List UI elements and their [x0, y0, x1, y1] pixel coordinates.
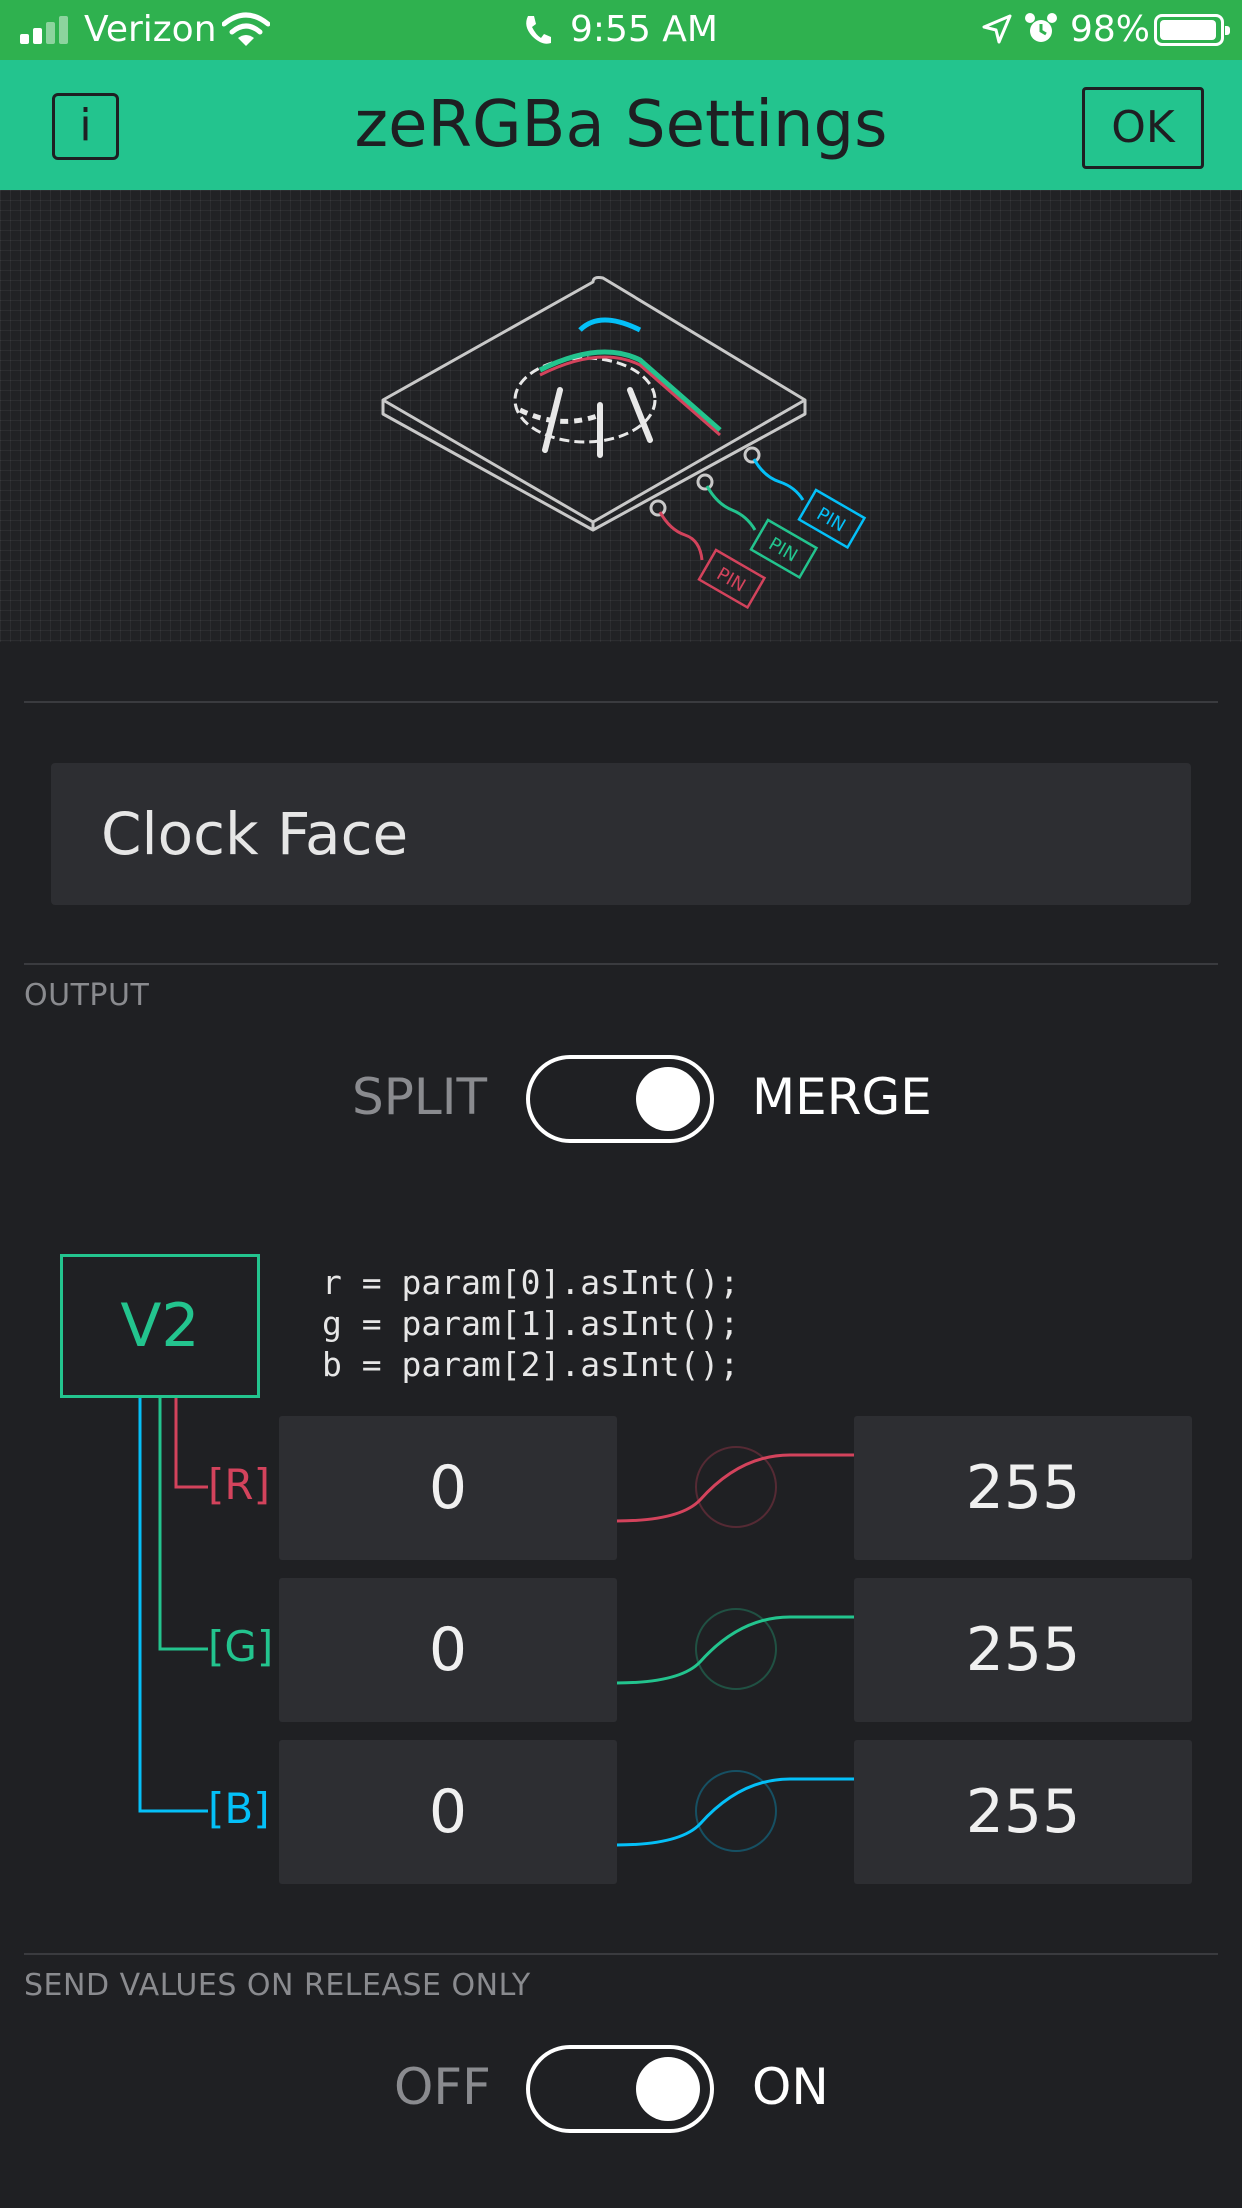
on-label: ON — [752, 2058, 829, 2116]
green-min-input[interactable]: 0 — [279, 1578, 617, 1722]
channel-label-g: [G] — [208, 1622, 274, 1671]
send-on-release-toggle[interactable] — [526, 2045, 714, 2133]
blue-max-input[interactable]: 255 — [854, 1740, 1192, 1884]
green-max-input[interactable]: 255 — [854, 1578, 1192, 1722]
blue-min-input[interactable]: 0 — [279, 1740, 617, 1884]
red-min-input[interactable]: 0 — [279, 1416, 617, 1560]
channel-label-r: [R] — [208, 1460, 270, 1509]
red-max-input[interactable]: 255 — [854, 1416, 1192, 1560]
toggle-knob — [636, 2057, 700, 2121]
divider — [24, 1953, 1218, 1955]
off-label: OFF — [394, 2058, 491, 2116]
send-on-release-section-label: SEND VALUES ON RELEASE ONLY — [24, 1968, 531, 2003]
channel-label-b: [B] — [208, 1784, 270, 1833]
